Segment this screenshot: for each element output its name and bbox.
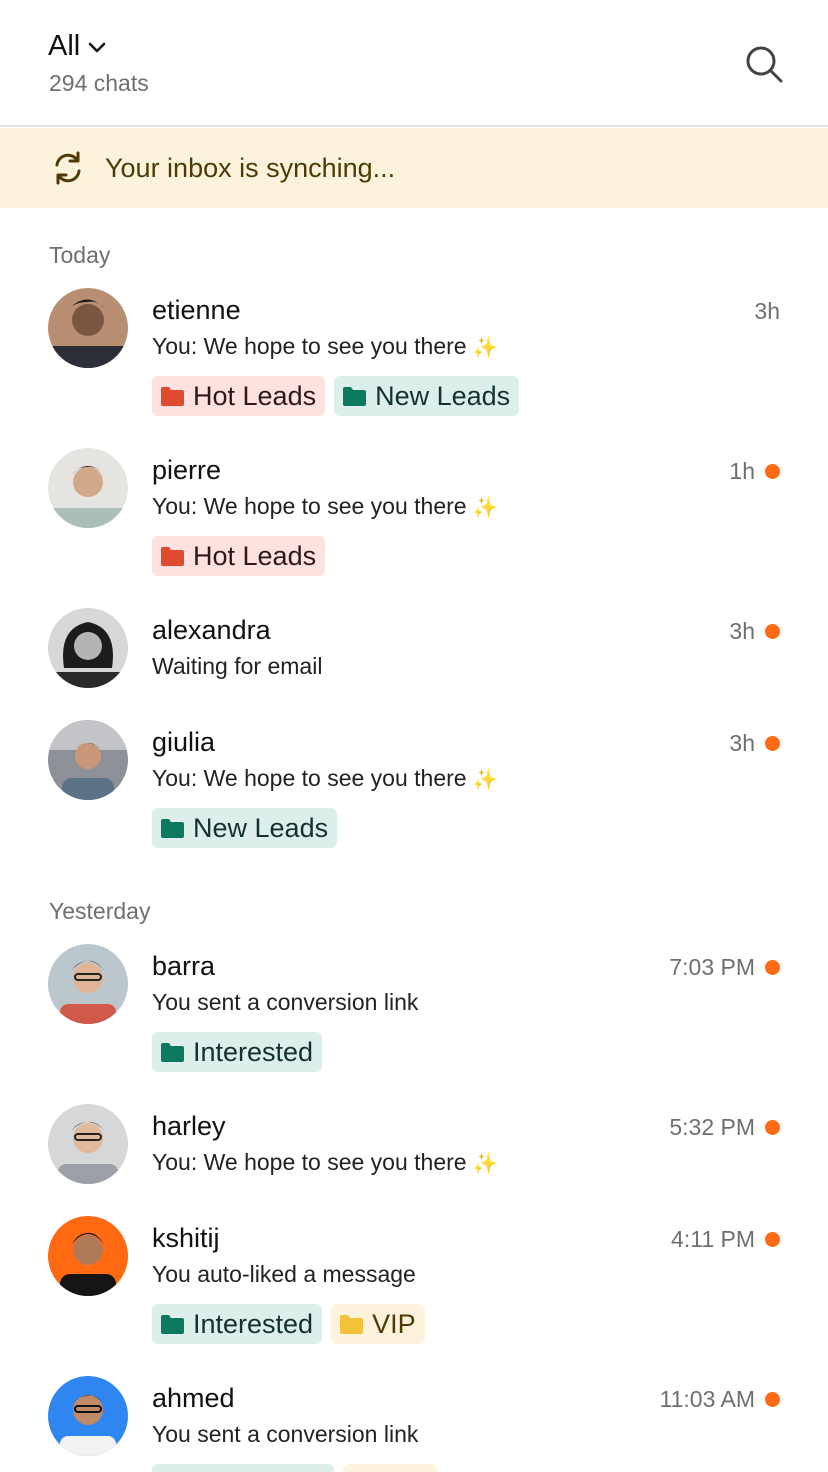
avatar [48, 720, 128, 800]
tag-list: Interested VIP [152, 1304, 425, 1344]
avatar [48, 608, 128, 688]
refresh-icon [55, 151, 81, 185]
section-today: Today [49, 242, 111, 268]
chat-item[interactable]: etienne 3h You: We hope to see you there… [0, 288, 828, 438]
chat-item[interactable]: pierre 1h You: We hope to see you there ✨… [0, 448, 828, 598]
tag-partial[interactable] [343, 1464, 437, 1472]
chat-item[interactable]: alexandra 3h Waiting for email [0, 608, 828, 708]
chat-name: giulia [152, 727, 216, 757]
sync-text: Your inbox is synching... [105, 152, 396, 183]
folder-icon [161, 818, 184, 838]
sparkles-icon: ✨ [472, 337, 498, 359]
chat-item[interactable]: giulia 3h You: We hope to see you there ✨… [0, 720, 828, 870]
chat-name: barra [152, 951, 216, 981]
tag-hot-leads[interactable]: Hot Leads [152, 376, 326, 416]
folder-icon [161, 546, 184, 566]
tag-new-leads[interactable]: New Leads [152, 808, 338, 848]
chat-time: 1h [729, 458, 780, 485]
chat-name: alexandra [152, 615, 271, 645]
chat-time: 5:32 PM [669, 1114, 780, 1141]
unread-dot [765, 736, 780, 751]
tag-list: Interested [152, 1032, 323, 1072]
folder-icon [340, 1314, 364, 1334]
chat-time: 11:03 AM [660, 1386, 780, 1413]
avatar [48, 944, 128, 1024]
tag-hot-leads[interactable]: Hot Leads [152, 536, 326, 576]
chat-preview: You auto-liked a message [152, 1261, 416, 1287]
tag-interested[interactable]: Interested [152, 1032, 323, 1072]
unread-dot [765, 464, 780, 479]
chat-name: harley [152, 1111, 226, 1141]
chat-preview: You: We hope to see you there ✨ [152, 765, 498, 791]
folder-icon [161, 1314, 184, 1334]
avatar [48, 1376, 128, 1456]
inbox-header: All 294 chats [0, 0, 828, 127]
chat-preview: You: We hope to see you there ✨ [152, 1149, 498, 1175]
folder-icon [161, 1042, 184, 1062]
chat-preview: You sent a conversion link [152, 1421, 419, 1447]
unread-dot [765, 1392, 780, 1407]
avatar [48, 1104, 128, 1184]
tag-list: New Leads [152, 808, 338, 848]
chat-time: 3h [754, 298, 780, 324]
chat-item[interactable]: barra 7:03 PM You sent a conversion link… [0, 944, 828, 1094]
chat-time: 4:11 PM [671, 1226, 780, 1253]
avatar [48, 448, 128, 528]
tag-interested[interactable]: Interested [152, 1304, 323, 1344]
chat-item[interactable]: kshitij 4:11 PM You auto-liked a message… [0, 1216, 828, 1366]
chat-name: etienne [152, 295, 241, 325]
chat-item[interactable]: harley 5:32 PM You: We hope to see you t… [0, 1104, 828, 1204]
sync-banner: Your inbox is synching... [0, 128, 828, 208]
unread-dot [765, 624, 780, 639]
folder-icon [161, 386, 184, 406]
sparkles-icon: ✨ [472, 497, 498, 519]
chat-name: pierre [152, 455, 222, 485]
chat-name: ahmed [152, 1383, 235, 1413]
unread-dot [765, 1232, 780, 1247]
chat-time: 3h [729, 730, 780, 757]
chat-filter-dropdown[interactable]: All [48, 30, 108, 63]
unread-dot [765, 960, 780, 975]
sparkles-icon: ✨ [472, 1153, 498, 1175]
avatar [48, 1216, 128, 1296]
chat-preview: You: We hope to see you there ✨ [152, 333, 498, 359]
folder-icon [343, 386, 367, 406]
tag-list: Hot Leads New Leads [152, 376, 520, 416]
sparkles-icon: ✨ [472, 769, 498, 791]
tag-partial[interactable] [152, 1464, 334, 1472]
section-yesterday: Yesterday [49, 898, 151, 924]
chat-time: 3h [729, 618, 780, 645]
chat-item[interactable]: ahmed 11:03 AM You sent a conversion lin… [0, 1376, 828, 1472]
search-icon[interactable] [744, 44, 784, 84]
chat-preview: You: We hope to see you there ✨ [152, 493, 498, 519]
chat-time: 7:03 PM [669, 954, 780, 981]
chat-count: 294 chats [49, 70, 149, 96]
tag-new-leads[interactable]: New Leads [334, 376, 520, 416]
avatar [48, 288, 128, 368]
chat-preview: Waiting for email [152, 653, 323, 679]
filter-label: All [48, 30, 81, 62]
unread-dot [765, 1120, 780, 1135]
chevron-down-icon [88, 42, 106, 52]
tag-list [152, 1464, 437, 1472]
chat-name: kshitij [152, 1223, 220, 1253]
tag-list: Hot Leads [152, 536, 326, 576]
tag-vip[interactable]: VIP [331, 1304, 425, 1344]
chat-preview: You sent a conversion link [152, 989, 419, 1015]
